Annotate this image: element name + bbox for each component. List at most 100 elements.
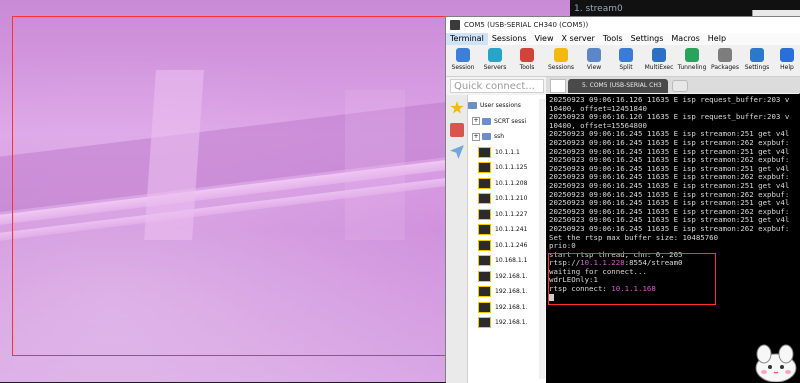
tree-label: SCRT sessi xyxy=(494,117,527,125)
toolbar-settings-button[interactable]: Settings xyxy=(740,48,774,76)
app-icon xyxy=(450,20,460,30)
title-bar: COM5 (USB-SERIAL CH340 (COM5)) xyxy=(446,17,800,33)
toolbar-split-button[interactable]: Split xyxy=(609,48,643,76)
window-title: COM5 (USB-SERIAL CH340 (COM5)) xyxy=(464,21,589,29)
toolbar-label: View xyxy=(586,64,602,71)
toolbar-label: Split xyxy=(619,64,633,71)
tree-session[interactable]: 192.168.1. xyxy=(478,316,527,329)
tree-session[interactable]: 10.1.1.227 xyxy=(478,208,527,221)
session-key-icon xyxy=(478,270,491,282)
tree-root-user-sessions[interactable]: User sessions xyxy=(468,99,521,112)
quick-connect-input[interactable]: Quick connect... xyxy=(450,79,544,93)
tree-session[interactable]: 10.1.1.1 xyxy=(478,146,520,159)
tools-icon xyxy=(520,48,534,62)
menu-help[interactable]: Help xyxy=(704,33,730,45)
tree-label: 10.1.1.241 xyxy=(495,226,528,233)
send-icon[interactable] xyxy=(450,145,464,159)
tree-label: 192.168.1. xyxy=(495,303,528,311)
tree-label: 10.1.1.246 xyxy=(495,241,528,249)
session-key-icon xyxy=(478,193,491,204)
expand-icon[interactable]: + xyxy=(472,117,480,125)
multiexec-icon xyxy=(652,48,666,62)
menu-settings[interactable]: Settings xyxy=(627,33,668,45)
view-icon xyxy=(587,48,601,62)
tree-label: 10.1.1.227 xyxy=(495,210,528,218)
toolbar-label: Sessions xyxy=(547,64,575,71)
tunneling-icon xyxy=(685,48,699,62)
toolbar-help-button[interactable]: Help xyxy=(770,48,800,76)
tree-label: User sessions xyxy=(480,102,521,109)
tree-session[interactable]: 10.1.1.210 xyxy=(478,192,527,205)
packages-icon xyxy=(718,48,732,62)
tools-icon[interactable] xyxy=(450,123,464,137)
new-tab-button[interactable] xyxy=(672,80,688,92)
tree-folder[interactable]: + SCRT sessi xyxy=(472,115,526,128)
tree-label: 10.1.1.1 xyxy=(495,148,520,156)
session-key-icon xyxy=(478,162,491,173)
session-tree: User sessions + SCRT sessi + ssh 10.1.1.1 10.1… xyxy=(468,95,546,383)
toolbar-label: Servers xyxy=(483,64,507,71)
toolbar-label: MultiExec xyxy=(644,64,674,71)
tree-session[interactable]: 192.168.1. xyxy=(478,270,527,283)
tree-session[interactable]: 10.1.1.125 xyxy=(478,161,527,174)
menu-view[interactable]: View xyxy=(531,33,558,45)
session-key-icon xyxy=(478,239,491,251)
session-key-icon xyxy=(478,208,491,220)
toolbar-view-button[interactable]: View xyxy=(577,48,611,76)
tree-label: 10.1.1.125 xyxy=(495,164,528,171)
toolbar-label: Settings xyxy=(744,64,770,71)
tree-session[interactable]: 10.168.1.1 xyxy=(478,254,527,267)
menu-macros[interactable]: Macros xyxy=(667,33,703,45)
tree-label: 10.168.1.1 xyxy=(495,257,528,264)
tree-scrollbar[interactable] xyxy=(539,99,545,379)
tree-session[interactable]: 10.1.1.241 xyxy=(478,223,527,236)
toolbar-multiexec-button[interactable]: MultiExec xyxy=(642,48,676,76)
servers-icon xyxy=(488,48,502,62)
session-key-icon xyxy=(478,317,491,328)
tree-label: 10.1.1.208 xyxy=(495,179,528,187)
toolbar-tunneling-button[interactable]: Tunneling xyxy=(675,48,709,76)
menu-bar: Terminal Sessions View X server Tools Setting… xyxy=(446,33,800,45)
toolbar-servers-button[interactable]: Servers xyxy=(478,48,512,76)
star-icon[interactable] xyxy=(450,101,464,114)
home-tab[interactable] xyxy=(550,79,566,93)
tree-folder[interactable]: + ssh xyxy=(472,130,504,143)
toolbar-tools-button[interactable]: Tools xyxy=(510,48,544,76)
toolbar-label: Packages xyxy=(711,64,739,71)
tree-session[interactable]: 10.1.1.246 xyxy=(478,239,527,252)
folder-icon xyxy=(482,117,491,125)
tree-label: 192.168.1. xyxy=(495,288,528,295)
tree-session[interactable]: 192.168.1. xyxy=(478,285,527,298)
sidebar-strip xyxy=(446,95,468,383)
menu-tools[interactable]: Tools xyxy=(599,33,627,45)
toolbar-sessions-button[interactable]: Sessions xyxy=(544,48,578,76)
split-icon xyxy=(619,48,633,62)
tab-com5[interactable]: 5. COM5 (USB-SERIAL CH3 xyxy=(568,79,668,93)
toolbar-session-button[interactable]: Session xyxy=(446,48,480,76)
star-icon xyxy=(554,48,568,62)
session-key-icon xyxy=(478,286,491,297)
toolbar-packages-button[interactable]: Packages xyxy=(708,48,742,76)
session-key-icon xyxy=(478,146,491,158)
tree-label: ssh xyxy=(494,133,505,140)
menu-terminal[interactable]: Terminal xyxy=(446,33,488,45)
toolbar-label: Session xyxy=(451,64,475,71)
toolbar-label: Tunneling xyxy=(677,64,707,71)
session-key-icon xyxy=(478,301,491,313)
terminal-app-window: COM5 (USB-SERIAL CH340 (COM5)) Terminal S… xyxy=(445,16,800,383)
tree-session[interactable]: 192.168.1. xyxy=(478,301,527,314)
gear-icon xyxy=(750,48,764,62)
tree-label: 192.168.1. xyxy=(495,272,528,280)
menu-x-server[interactable]: X server xyxy=(558,33,599,45)
session-key-icon xyxy=(478,255,491,266)
terminal-log: 20250923 09:06:16.126 11635 E isp reques… xyxy=(549,95,800,251)
session-icon xyxy=(456,48,470,62)
folder-icon xyxy=(468,102,477,109)
expand-icon[interactable]: + xyxy=(472,132,480,141)
toolbar-label: Help xyxy=(780,64,794,71)
session-key-icon xyxy=(478,224,491,235)
tree-session[interactable]: 10.1.1.208 xyxy=(478,177,527,190)
session-key-icon xyxy=(478,177,491,189)
menu-sessions[interactable]: Sessions xyxy=(488,33,531,45)
folder-icon xyxy=(482,133,491,140)
